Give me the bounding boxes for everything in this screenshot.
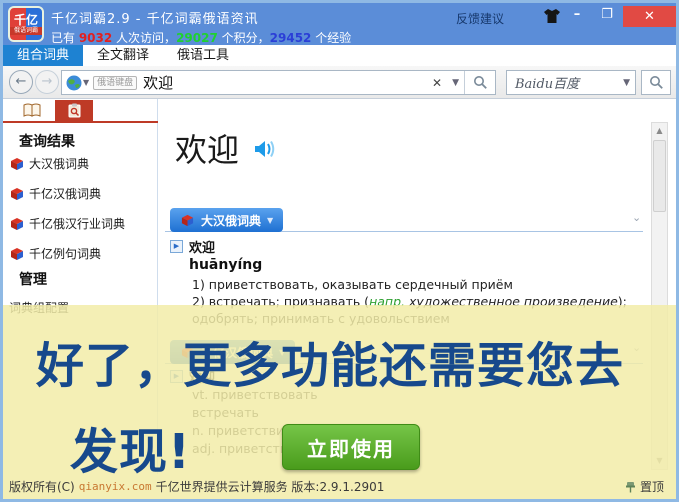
definition-line-1: 1) приветствовать, оказывать сердечный п… bbox=[192, 277, 513, 292]
sidebar-item-hane-dict[interactable]: 千亿汉俄词典 bbox=[9, 185, 101, 202]
dict-tab-label: 大汉俄词典 bbox=[201, 213, 262, 228]
stats-points-label: 个积分， bbox=[217, 31, 270, 45]
sidebar-tab-dictionary[interactable] bbox=[13, 100, 51, 121]
sidebar-item-label: 千亿俄汉行业词典 bbox=[29, 217, 126, 231]
maximize-button[interactable]: ❐ bbox=[595, 5, 619, 25]
promo-text-line1: 好了，更多功能还需要您去 bbox=[36, 338, 625, 394]
stats-prefix: 已有 bbox=[51, 31, 79, 45]
language-globe-button[interactable]: ▼ bbox=[66, 75, 89, 91]
entry-word: 欢迎 bbox=[189, 241, 216, 256]
sidebar-tab-results[interactable] bbox=[55, 100, 93, 121]
speaker-icon[interactable] bbox=[254, 139, 278, 159]
feedback-link[interactable]: 反馈建议 bbox=[456, 10, 504, 27]
stats-visits-label: 人次访问， bbox=[112, 31, 177, 45]
book-icon bbox=[11, 217, 23, 230]
expand-entry-icon[interactable]: ▶ bbox=[170, 240, 183, 253]
minimize-button[interactable]: – bbox=[565, 5, 589, 25]
globe-caret-icon: ▼ bbox=[83, 78, 90, 87]
book-icon bbox=[11, 247, 23, 260]
sidebar-item-example-dict[interactable]: 千亿例句词典 bbox=[9, 245, 101, 262]
collapse-section-icon[interactable]: ⌄ bbox=[632, 211, 641, 224]
use-now-button[interactable]: 立即使用 bbox=[282, 424, 420, 470]
tab-combined-dictionary[interactable]: 组合词典 bbox=[3, 45, 84, 66]
sidebar-item-label: 千亿例句词典 bbox=[29, 247, 102, 261]
promo-text-line2: 发现! bbox=[70, 424, 191, 480]
sidebar-tab-underline bbox=[3, 121, 158, 123]
search-combobox[interactable]: ▼ 俄语键盘 欢迎 ✕ ▼ bbox=[61, 70, 496, 95]
engine-select[interactable]: Baidu百度 ▼ bbox=[506, 70, 636, 95]
site-link[interactable]: qianyix.com bbox=[79, 480, 152, 493]
sidebar-item-label: 大汉俄词典 bbox=[29, 157, 90, 171]
search-icon bbox=[473, 76, 487, 89]
search-toolbar: ← → ▼ 俄语键盘 欢迎 ✕ ▼ Baidu百度 ▼ bbox=[3, 66, 676, 99]
title-bar: 千亿 俄语词霸 千亿词霸2.9 - 千亿词霸俄语资讯 反馈建议 – ❐ ✕ 已有… bbox=[3, 3, 676, 45]
search-icon bbox=[649, 76, 663, 89]
close-button[interactable]: ✕ bbox=[623, 6, 676, 27]
russian-keyboard-button[interactable]: 俄语键盘 bbox=[93, 75, 138, 90]
stats-bar: 已有 9032 人次访问，29027 个积分，29452 个经验 bbox=[51, 29, 351, 46]
pin-label: 置顶 bbox=[639, 480, 664, 494]
entry-pinyin: huānyíng bbox=[189, 257, 263, 273]
search-history-caret-icon[interactable]: ▼ bbox=[447, 78, 464, 88]
sidebar-item-label: 千亿汉俄词典 bbox=[29, 187, 102, 201]
clipboard-search-icon bbox=[68, 103, 80, 118]
globe-icon bbox=[66, 75, 82, 90]
main-tab-row: 组合词典 全文翻译 俄语工具 bbox=[3, 45, 676, 66]
app-logo-subtext: 俄语词霸 bbox=[10, 26, 42, 35]
service-label: 千亿世界提供云计算服务 版本:2.9.1.2901 bbox=[155, 480, 385, 494]
book-icon bbox=[11, 187, 23, 200]
back-button[interactable]: ← bbox=[9, 70, 33, 94]
engine-caret-icon[interactable]: ▼ bbox=[618, 78, 635, 88]
tab-russian-tools[interactable]: 俄语工具 bbox=[163, 45, 243, 66]
sidebar-item-ehan-industry-dict[interactable]: 千亿俄汉行业词典 bbox=[9, 215, 125, 232]
results-header: 查询结果 bbox=[19, 134, 75, 150]
shirt-icon[interactable] bbox=[543, 8, 561, 24]
book-icon bbox=[181, 214, 194, 226]
open-book-icon bbox=[23, 103, 41, 117]
app-logo-text: 千亿 bbox=[13, 12, 38, 27]
search-button[interactable] bbox=[465, 71, 495, 94]
app-logo-icon: 千亿 俄语词霸 bbox=[8, 6, 44, 42]
headword: 欢迎 bbox=[175, 131, 240, 169]
clear-search-icon[interactable]: ✕ bbox=[427, 76, 447, 90]
stats-exp: 29452 bbox=[269, 31, 312, 45]
search-input[interactable]: 欢迎 bbox=[143, 72, 427, 93]
copyright-label: 版权所有(C) bbox=[9, 480, 75, 494]
scrollbar-thumb[interactable] bbox=[653, 140, 666, 212]
stats-visits: 9032 bbox=[78, 31, 113, 45]
entry-row: ▶ 欢迎 bbox=[170, 237, 215, 256]
scroll-up-icon[interactable]: ▲ bbox=[652, 123, 667, 139]
sidebar-item-dahaner-dict[interactable]: 大汉俄词典 bbox=[9, 155, 89, 172]
forward-button[interactable]: → bbox=[35, 70, 59, 94]
engine-value: Baidu百度 bbox=[515, 77, 580, 92]
dict-tab-dahaner[interactable]: 大汉俄词典 ▼ bbox=[170, 208, 284, 232]
stats-exp-label: 个经验 bbox=[311, 31, 352, 45]
pin-toggle[interactable]: 置顶 bbox=[625, 478, 664, 495]
status-bar: 版权所有(C) qianyix.com 千亿世界提供云计算服务 版本:2.9.1… bbox=[3, 474, 676, 499]
engine-search-button[interactable] bbox=[641, 70, 671, 95]
stats-points: 29027 bbox=[176, 31, 218, 45]
tab-full-translation[interactable]: 全文翻译 bbox=[83, 45, 163, 66]
book-icon bbox=[11, 157, 23, 170]
pushpin-icon bbox=[625, 481, 635, 492]
app-window: 千亿 俄语词霸 千亿词霸2.9 - 千亿词霸俄语资讯 反馈建议 – ❐ ✕ 已有… bbox=[0, 0, 679, 502]
manage-header: 管理 bbox=[19, 272, 47, 288]
copyright-text: 版权所有(C) qianyix.com 千亿世界提供云计算服务 版本:2.9.1… bbox=[9, 478, 384, 495]
window-title: 千亿词霸2.9 - 千亿词霸俄语资讯 bbox=[51, 12, 259, 27]
dict-tab-caret-icon: ▼ bbox=[267, 215, 274, 225]
